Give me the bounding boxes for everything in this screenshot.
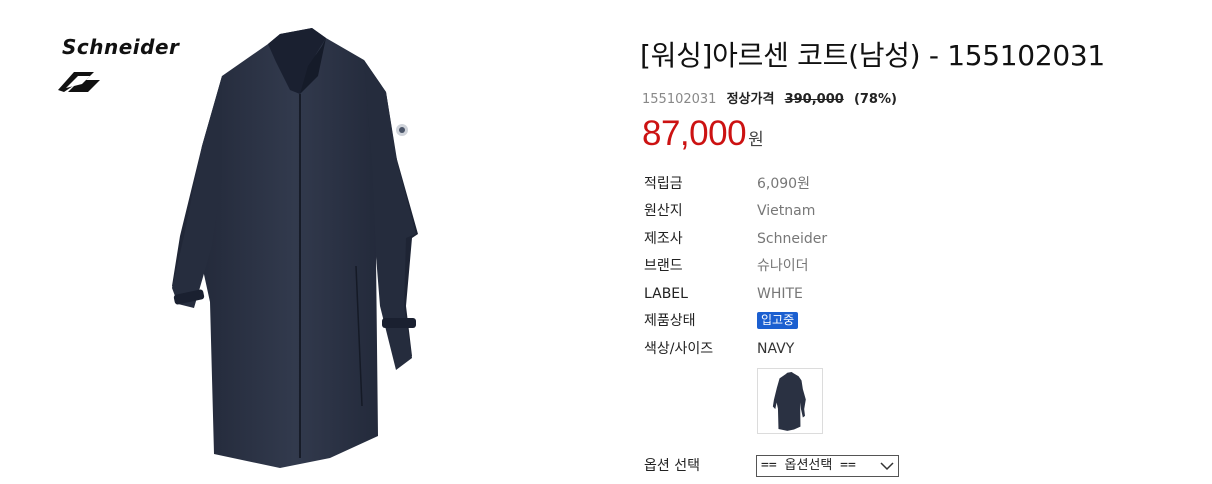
chevron-down-icon: [880, 462, 894, 471]
price-summary: 155102031 정상가격 390,000 (78%): [642, 88, 897, 107]
detail-label: LABEL: [644, 286, 688, 302]
coat-thumbnail-icon: [772, 371, 806, 431]
regular-price: 390,000: [784, 92, 844, 107]
option-label: 옵션 선택: [644, 458, 700, 474]
option-select-value: == 옵션선택 ==: [761, 458, 856, 473]
product-code: 155102031: [642, 92, 717, 107]
detail-value: WHITE: [757, 286, 803, 302]
brand-swoosh-icon: [58, 72, 100, 92]
detail-label: 제조사: [644, 231, 683, 247]
detail-value: NAVY: [757, 341, 795, 357]
detail-label: 브랜드: [644, 258, 683, 274]
detail-value: 6,090원: [757, 176, 810, 192]
sale-price-unit: 원: [748, 130, 764, 150]
regular-price-label: 정상가격: [726, 92, 775, 107]
color-swatch-thumbnail[interactable]: [757, 368, 823, 434]
product-title: [워싱]아르센 코트(남성) - 155102031: [640, 39, 1105, 72]
detail-label: 제품상태: [644, 313, 696, 329]
discount-rate: (78%): [853, 92, 897, 107]
detail-label: 색상/사이즈: [644, 341, 714, 357]
status-badge: 입고중: [757, 312, 799, 329]
detail-label: 적립금: [644, 176, 683, 192]
sale-price: 87,000 원: [642, 114, 764, 154]
sale-price-value: 87,000: [642, 114, 747, 153]
option-select[interactable]: == 옵션선택 ==: [756, 455, 899, 477]
detail-value: Vietnam: [757, 203, 816, 219]
detail-value: 슈나이더: [757, 258, 809, 274]
product-image[interactable]: [150, 6, 450, 484]
detail-label: 원산지: [644, 203, 683, 219]
detail-value: Schneider: [757, 231, 828, 247]
